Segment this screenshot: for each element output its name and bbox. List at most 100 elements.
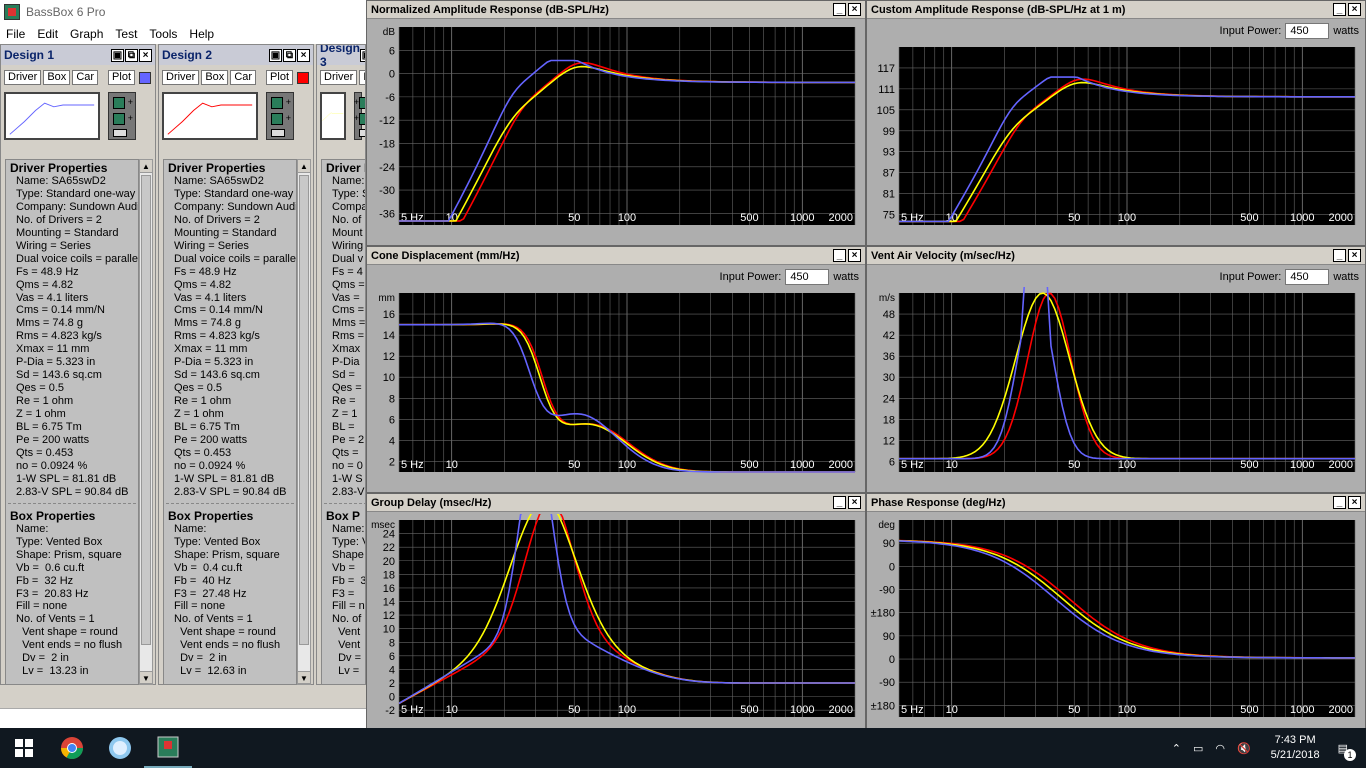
- input-power-field[interactable]: [1285, 23, 1330, 39]
- box-property[interactable]: Vent shape = round: [6, 626, 138, 639]
- driver-property[interactable]: Qts = 0.453: [164, 447, 296, 460]
- tab-driver[interactable]: Driver: [320, 70, 358, 85]
- driver-property[interactable]: Qms = 4.82: [6, 279, 138, 292]
- close-icon[interactable]: ×: [297, 48, 310, 62]
- driver-property[interactable]: Cms = 0.14 mm/N: [164, 304, 296, 317]
- battery-icon[interactable]: ▭: [1193, 742, 1203, 755]
- menu-file[interactable]: File: [0, 27, 31, 41]
- scroll-thumb[interactable]: [141, 175, 151, 645]
- box-property[interactable]: Type: Vented Box: [164, 536, 296, 549]
- graph-plot[interactable]: 1171111059993878175 5 Hz 10 50 100 500 1000 200…: [867, 41, 1365, 245]
- driver-property[interactable]: Wiring = Series: [164, 240, 296, 253]
- plot-color-swatch[interactable]: [297, 71, 310, 84]
- driver-property[interactable]: BL = 6.75 Tm: [6, 421, 138, 434]
- input-power-field[interactable]: [785, 269, 830, 285]
- scroll-up-icon[interactable]: ▲: [298, 160, 310, 173]
- scroll-down-icon[interactable]: ▼: [140, 671, 152, 684]
- box-property[interactable]: Vent ends = no flush: [164, 639, 296, 652]
- driver-property[interactable]: Xmax = 11 mm: [6, 343, 138, 356]
- driver-property[interactable]: No. of Drivers = 2: [164, 214, 296, 227]
- driver-property[interactable]: 1-W SPL = 81.81 dB: [164, 473, 296, 486]
- box-property[interactable]: Name:: [322, 523, 365, 536]
- design-header[interactable]: Design 3 ▣⧉×: [317, 45, 365, 69]
- driver-property[interactable]: Qts = 0.453: [6, 447, 138, 460]
- tab-box[interactable]: Box: [359, 70, 365, 85]
- response-thumbnail[interactable]: [320, 92, 346, 140]
- box-property[interactable]: Vent: [322, 639, 365, 652]
- driver-property[interactable]: Mms = 74.8 g: [164, 317, 296, 330]
- driver-property[interactable]: Sd =: [322, 369, 365, 382]
- minimize-icon[interactable]: _: [833, 3, 846, 16]
- driver-property[interactable]: Name: SA65swD2: [164, 175, 296, 188]
- driver-property[interactable]: no = 0.0924 %: [6, 460, 138, 473]
- graph-plot[interactable]: 90 0 -90 ±180 90 0 -90 ±180 deg 5 Hz 10 50 100 500 100…: [867, 514, 1365, 737]
- box-property[interactable]: Lv =: [322, 665, 365, 678]
- box-property[interactable]: F3 = 27.48 Hz: [164, 588, 296, 601]
- close-icon[interactable]: ×: [848, 3, 861, 16]
- plot-color-swatch[interactable]: [139, 71, 152, 84]
- app-globe-icon[interactable]: [96, 728, 144, 768]
- box-property[interactable]: Fill = n: [322, 600, 365, 613]
- driver-property[interactable]: Wiring = Series: [6, 240, 138, 253]
- response-thumbnail[interactable]: [4, 92, 100, 140]
- driver-property[interactable]: Type: Standard one-way d: [6, 188, 138, 201]
- box-property[interactable]: Fb = 3: [322, 575, 365, 588]
- driver-property[interactable]: Re = 1 ohm: [164, 395, 296, 408]
- box-property[interactable]: Vb = 0.6 cu.ft: [6, 562, 138, 575]
- driver-property[interactable]: Qms =: [322, 279, 365, 292]
- driver-property[interactable]: P-Dia: [322, 356, 365, 369]
- menu-edit[interactable]: Edit: [31, 27, 64, 41]
- volume-mute-icon[interactable]: 🔇: [1237, 742, 1251, 755]
- driver-property[interactable]: Fs = 4: [322, 266, 365, 279]
- chrome-icon[interactable]: [48, 728, 96, 768]
- box-property[interactable]: Fill = none: [164, 600, 296, 613]
- driver-property[interactable]: BL =: [322, 421, 365, 434]
- driver-property[interactable]: 1-W S: [322, 473, 365, 486]
- box-property[interactable]: Vb =: [322, 562, 365, 575]
- driver-property[interactable]: Dual v: [322, 253, 365, 266]
- box-property[interactable]: Lv = 12.63 in: [164, 665, 296, 678]
- box-property[interactable]: Dv = 2 in: [164, 652, 296, 665]
- scroll-down-icon[interactable]: ▼: [298, 671, 310, 684]
- graph-titlebar[interactable]: Custom Amplitude Response (dB-SPL/Hz at …: [867, 1, 1365, 19]
- save-icon[interactable]: ▣: [111, 48, 124, 62]
- driver-property[interactable]: Name: S: [322, 175, 365, 188]
- driver-property[interactable]: Re =: [322, 395, 365, 408]
- tab-car[interactable]: Car: [230, 70, 257, 85]
- box-property[interactable]: Vent shape = round: [164, 626, 296, 639]
- copy-icon[interactable]: ⧉: [125, 48, 138, 62]
- scroll-thumb[interactable]: [299, 175, 309, 645]
- response-thumbnail[interactable]: [162, 92, 258, 140]
- driver-property[interactable]: Sd = 143.6 sq.cm: [6, 369, 138, 382]
- save-icon[interactable]: ▣: [269, 48, 282, 62]
- box-property[interactable]: Dv =: [322, 652, 365, 665]
- driver-property[interactable]: 2.83-V SPL = 90.84 dB: [6, 486, 138, 499]
- driver-property[interactable]: Dual voice coils = parallel: [6, 253, 138, 266]
- minimize-icon[interactable]: _: [1333, 249, 1346, 262]
- speaker-box-icon[interactable]: + +: [108, 92, 136, 140]
- graph-plot[interactable]: 242220181614121086420-2msec5 Hz 10 50 100 50…: [367, 514, 865, 737]
- close-icon[interactable]: ×: [848, 249, 861, 262]
- driver-property[interactable]: Pe = 200 watts: [6, 434, 138, 447]
- properties-scrollbar[interactable]: ▲ ▼: [139, 159, 153, 685]
- copy-icon[interactable]: ⧉: [283, 48, 296, 62]
- driver-property[interactable]: Z = 1 ohm: [6, 408, 138, 421]
- close-icon[interactable]: ×: [1348, 249, 1361, 262]
- driver-property[interactable]: Z = 1: [322, 408, 365, 421]
- box-property[interactable]: Name:: [6, 523, 138, 536]
- driver-property[interactable]: Rms = 4.823 kg/s: [164, 330, 296, 343]
- box-property[interactable]: No. of: [322, 613, 365, 626]
- tab-box[interactable]: Box: [43, 70, 71, 85]
- design-header[interactable]: Design 2 ▣ ⧉ ×: [159, 45, 313, 65]
- driver-property[interactable]: Re = 1 ohm: [6, 395, 138, 408]
- minimize-icon[interactable]: _: [1333, 496, 1346, 509]
- close-icon[interactable]: ×: [1348, 3, 1361, 16]
- speaker-box-icon[interactable]: + +: [354, 92, 365, 140]
- box-property[interactable]: No. of Vents = 1: [6, 613, 138, 626]
- driver-property[interactable]: Vas = 4.1 liters: [6, 292, 138, 305]
- graph-titlebar[interactable]: Phase Response (deg/Hz) _ ×: [867, 494, 1365, 512]
- box-property[interactable]: Type: Vented Box: [6, 536, 138, 549]
- notification-icon[interactable]: ▤ 1: [1338, 742, 1356, 761]
- scroll-up-icon[interactable]: ▲: [140, 160, 152, 173]
- box-property[interactable]: Type: V: [322, 536, 365, 549]
